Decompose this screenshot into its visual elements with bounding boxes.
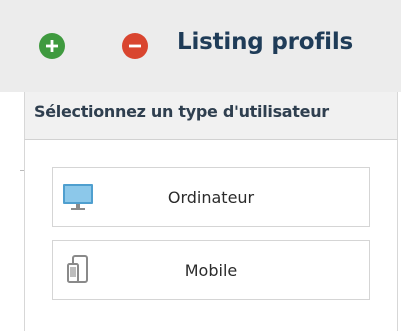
plus-icon: [46, 40, 58, 52]
add-profile-button[interactable]: [39, 33, 65, 59]
option-mobile[interactable]: Mobile: [52, 240, 370, 300]
option-ordinateur[interactable]: Ordinateur: [52, 167, 370, 227]
panel-subtitle: Sélectionnez un type d'utilisateur: [34, 102, 329, 121]
option-label: Mobile: [184, 261, 238, 280]
remove-profile-button[interactable]: [122, 33, 148, 59]
option-label: Ordinateur: [167, 188, 255, 207]
page-title: Listing profils: [177, 29, 354, 55]
minus-icon: [129, 44, 141, 48]
